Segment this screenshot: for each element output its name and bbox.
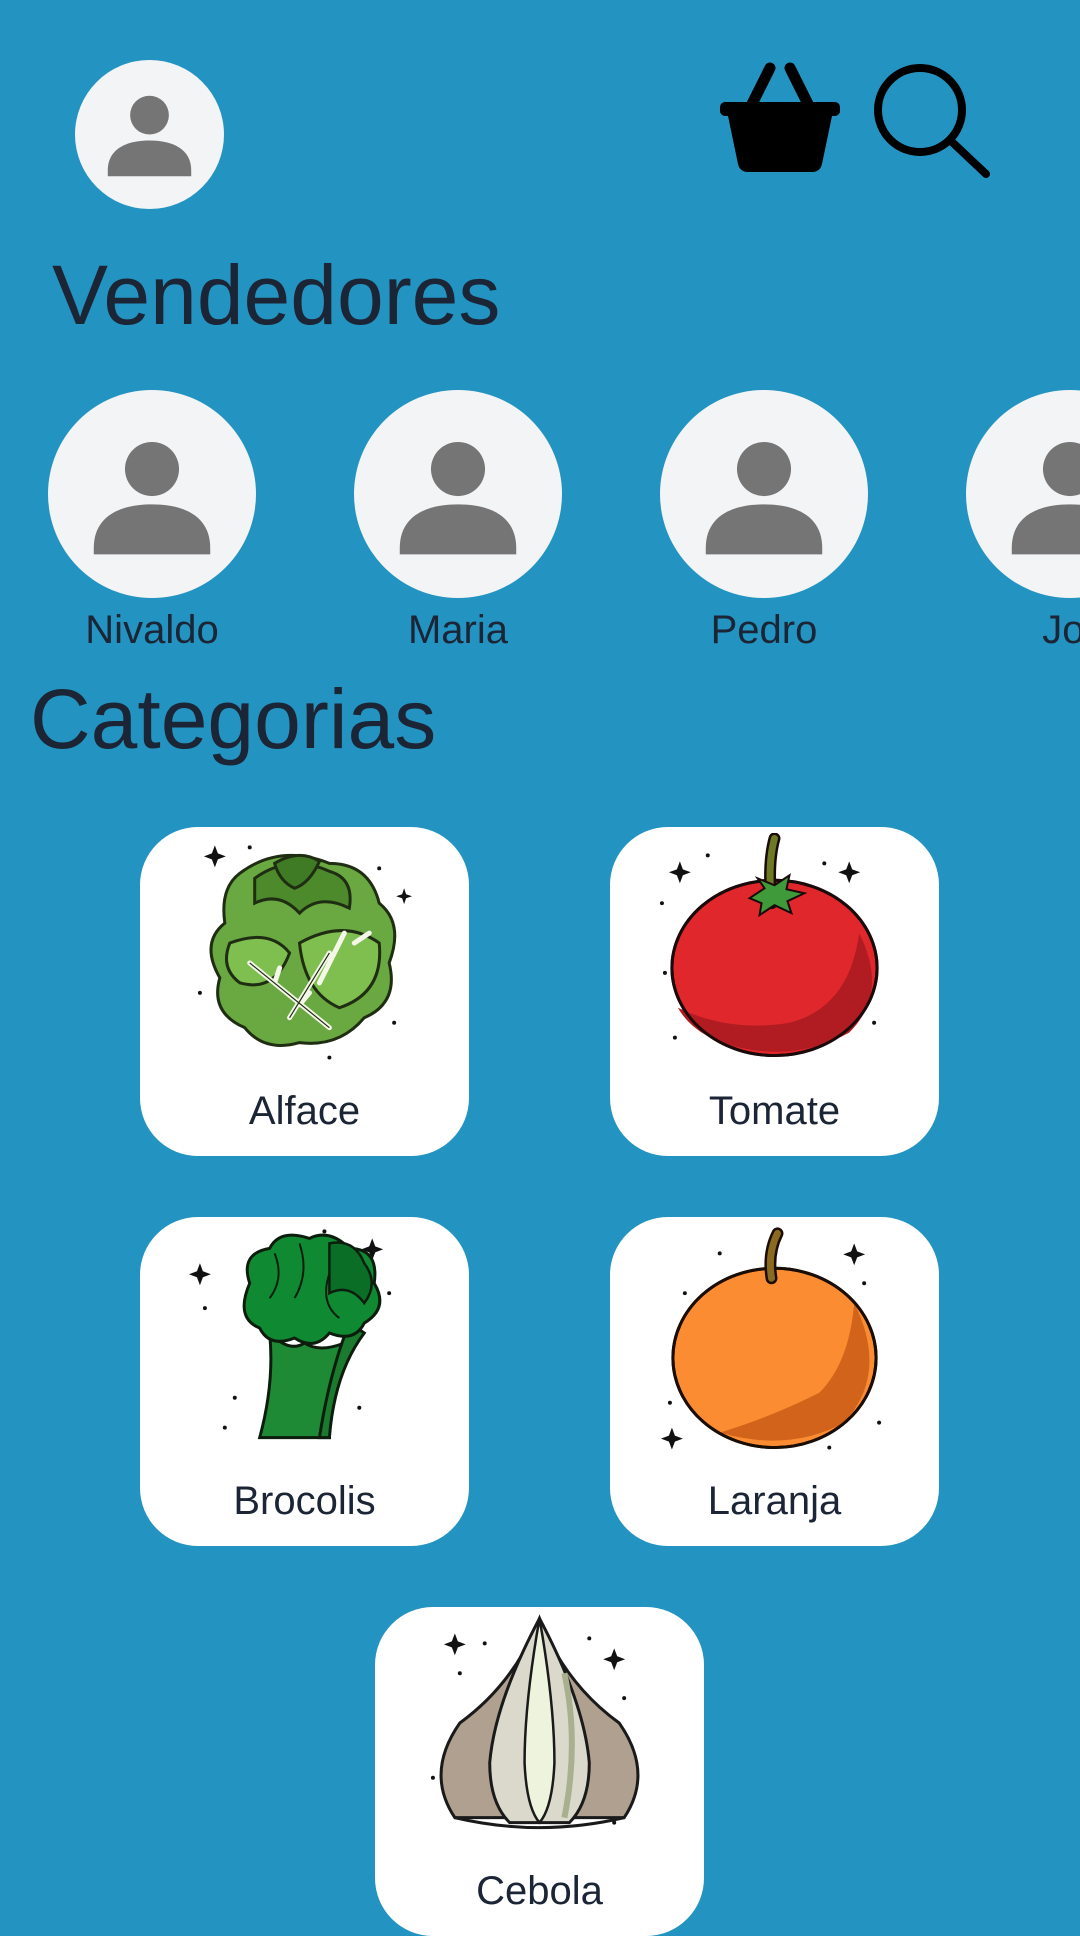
profile-avatar-button[interactable] [75,60,224,209]
vendor-item-jor[interactable]: Jor [966,390,1080,652]
person-icon [705,442,823,555]
category-card-laranja[interactable]: Laranja [610,1217,939,1546]
person-icon [107,95,192,177]
vendor-avatar [354,390,562,598]
vendor-avatar [48,390,256,598]
person-icon [399,442,517,555]
category-label: Tomate [708,1089,841,1133]
search-icon[interactable] [870,60,992,182]
broccoli-icon [188,1229,392,1440]
person-icon [1011,442,1080,555]
vendors-title: Vendedores [52,248,501,342]
orange-icon [660,1227,882,1450]
category-label: Alface [248,1089,361,1133]
category-card-brocolis[interactable]: Brocolis [140,1217,469,1546]
category-card-cebola[interactable]: Cebola [375,1607,704,1936]
garlic-icon [430,1614,640,1830]
vendor-avatar [966,390,1080,598]
vendor-item-nivaldo[interactable]: Nivaldo [48,390,256,652]
lettuce-icon [197,845,413,1060]
vendor-item-pedro[interactable]: Pedro [660,390,868,652]
category-label: Laranja [707,1479,842,1523]
category-label: Brocolis [233,1479,376,1523]
category-label: Cebola [476,1869,603,1913]
categories-title: Categorias [30,672,437,766]
vendor-name: Nivaldo [85,608,219,652]
vendors-carousel[interactable]: Nivaldo Maria Pedro Jor [0,390,1080,660]
basket-icon[interactable] [718,62,842,176]
vendor-avatar [660,390,868,598]
tomato-icon [659,833,879,1058]
category-card-alface[interactable]: Alface [140,827,469,1156]
vendor-name: Maria [407,608,509,652]
vendor-item-maria[interactable]: Maria [354,390,562,652]
vendor-name: Pedro [710,608,818,652]
category-card-tomate[interactable]: Tomate [610,827,939,1156]
person-icon [93,442,211,555]
vendor-name: Jor [1042,608,1080,652]
